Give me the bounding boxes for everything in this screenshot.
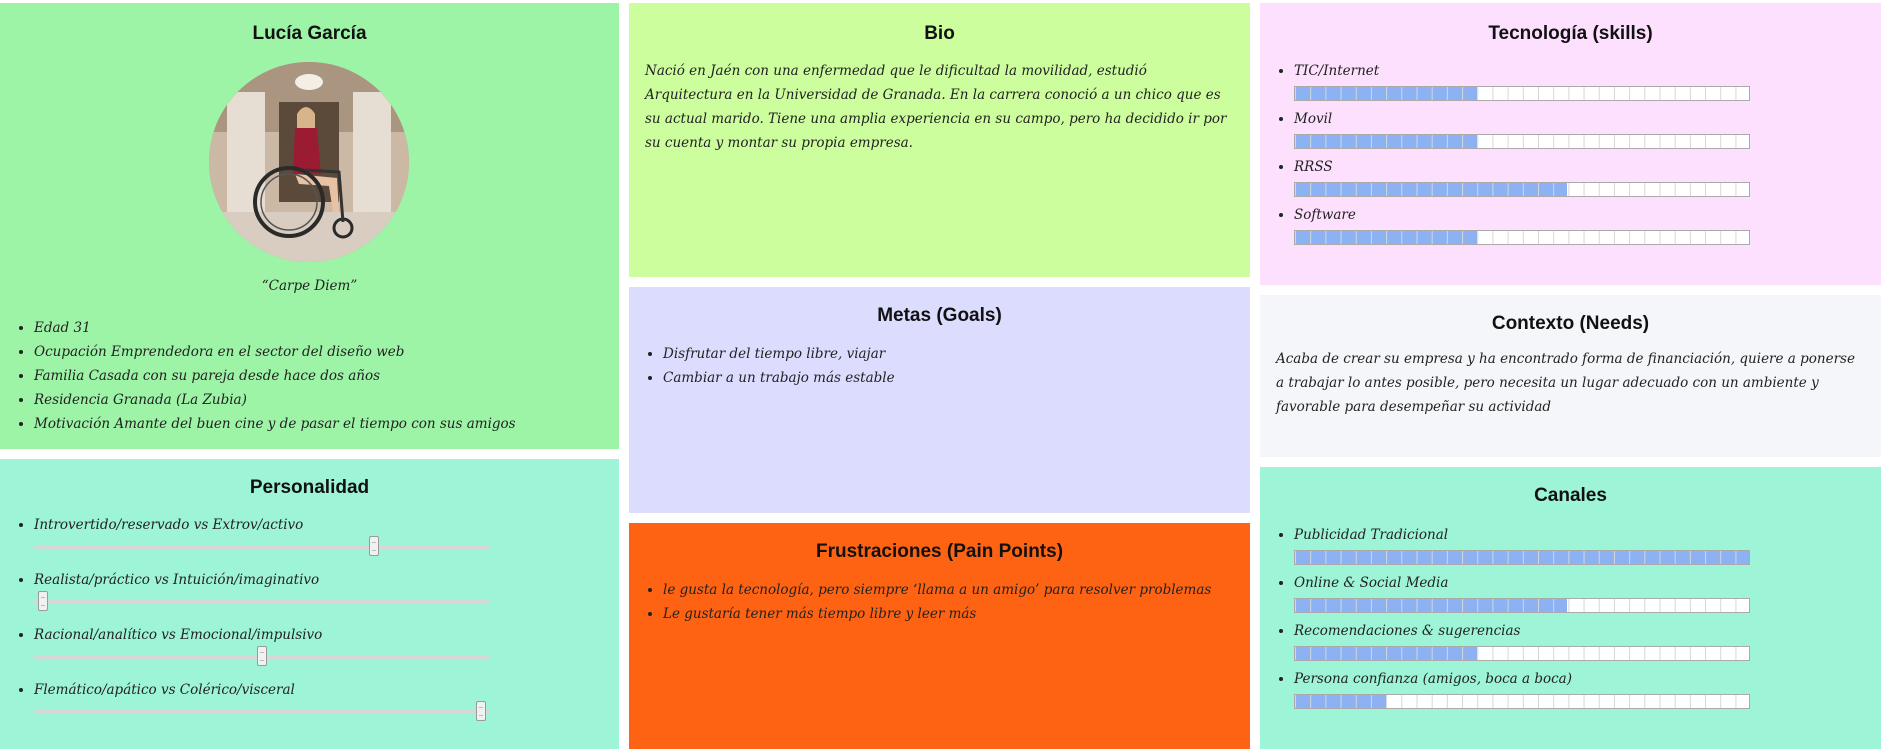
slider-track — [34, 600, 490, 604]
skill-level-bar — [1294, 134, 1750, 149]
technology-panel: Tecnología (skills) TIC/Internet Movil R… — [1260, 3, 1881, 285]
profile-detail-motivation: Motivación Amante del buen cine y de pas… — [34, 412, 516, 436]
channel-level-bar — [1294, 550, 1750, 565]
channels-list: Publicidad Tradicional Online & Social M… — [1260, 523, 1750, 715]
trait-label: Racional/analítico vs Emocional/impulsiv… — [34, 627, 323, 643]
trait-slider[interactable] — [34, 700, 490, 722]
channel-item: Publicidad Tradicional — [1294, 523, 1750, 571]
skills-list: TIC/Internet Movil RRSS Software — [1260, 59, 1750, 251]
context-title: Contexto (Needs) — [1491, 313, 1650, 334]
channel-level-bar — [1294, 646, 1750, 661]
trait-item: Introvertido/reservado vs Extrov/activo — [34, 515, 490, 570]
skill-item: TIC/Internet — [1294, 59, 1750, 107]
slider-thumb[interactable] — [38, 591, 49, 611]
frustrations-panel: Frustraciones (Pain Points) le gusta la … — [629, 523, 1250, 749]
trait-slider[interactable] — [34, 535, 490, 557]
bio-title: Bio — [924, 23, 955, 44]
context-panel: Contexto (Needs) Acaba de crear su empre… — [1260, 295, 1881, 457]
slider-thumb[interactable] — [475, 701, 486, 721]
channel-label: Persona confianza (amigos, boca a boca) — [1294, 671, 1572, 687]
goals-list: Disfrutar del tiempo libre, viajar Cambi… — [629, 342, 895, 390]
bar-grid — [1295, 135, 1749, 148]
bio-panel: Bio Nació en Jaén con una enfermedad que… — [629, 3, 1250, 277]
trait-item: Flemático/apático vs Colérico/visceral — [34, 680, 490, 735]
goals-panel: Metas (Goals) Disfrutar del tiempo libre… — [629, 287, 1250, 513]
skill-item: Movil — [1294, 107, 1750, 155]
bio-text: Nació en Jaén con una enfermedad que le … — [645, 63, 1227, 151]
profile-detail-occupation: Ocupación Emprendedora en el sector del … — [34, 340, 516, 364]
skill-label: TIC/Internet — [1294, 63, 1380, 79]
persona-name: Lucía García — [252, 23, 367, 44]
profile-panel: Lucía García “Carpe Diem” Edad 31 Ocupac… — [0, 3, 619, 449]
trait-slider[interactable] — [34, 590, 490, 612]
personality-traits-list: Introvertido/reservado vs Extrov/activo … — [0, 515, 490, 735]
context-text: Acaba de crear su empresa y ha encontrad… — [1276, 351, 1855, 415]
bar-grid — [1295, 183, 1749, 196]
profile-details-list: Edad 31 Ocupación Emprendedora en el sec… — [0, 316, 516, 436]
channels-panel: Canales Publicidad Tradicional Online & … — [1260, 467, 1881, 749]
channels-title: Canales — [1534, 485, 1607, 506]
bar-grid — [1295, 231, 1749, 244]
skill-level-bar — [1294, 182, 1750, 197]
profile-detail-residence: Residencia Granada (La Zubia) — [34, 388, 516, 412]
frustrations-title: Frustraciones (Pain Points) — [815, 541, 1064, 562]
profile-detail-age: Edad 31 — [34, 316, 516, 340]
channel-level-bar — [1294, 694, 1750, 709]
skill-label: Movil — [1294, 111, 1333, 127]
skill-level-bar — [1294, 230, 1750, 245]
channel-item: Recomendaciones & sugerencias — [1294, 619, 1750, 667]
frustrations-list: le gusta la tecnología, pero siempre ‘ll… — [629, 578, 1211, 626]
goal-item: Cambiar a un trabajo más estable — [663, 366, 895, 390]
channel-item: Persona confianza (amigos, boca a boca) — [1294, 667, 1750, 715]
bar-grid — [1295, 87, 1749, 100]
frustration-item: le gusta la tecnología, pero siempre ‘ll… — [663, 578, 1211, 602]
technology-title: Tecnología (skills) — [1488, 23, 1653, 44]
channel-label: Recomendaciones & sugerencias — [1294, 623, 1521, 639]
trait-item: Realista/práctico vs Intuición/imaginati… — [34, 570, 490, 625]
trait-label: Realista/práctico vs Intuición/imaginati… — [34, 572, 320, 588]
trait-slider[interactable] — [34, 645, 490, 667]
trait-item: Racional/analítico vs Emocional/impulsiv… — [34, 625, 490, 680]
bar-grid — [1295, 599, 1749, 612]
personality-title: Personalidad — [249, 477, 370, 498]
trait-label: Introvertido/reservado vs Extrov/activo — [34, 517, 304, 533]
bar-grid — [1295, 647, 1749, 660]
skill-label: Software — [1294, 207, 1356, 223]
channel-level-bar — [1294, 598, 1750, 613]
trait-label: Flemático/apático vs Colérico/visceral — [34, 682, 295, 698]
channel-label: Online & Social Media — [1294, 575, 1449, 591]
persona-motto: “Carpe Diem” — [261, 278, 358, 294]
slider-track — [34, 545, 490, 549]
slider-thumb[interactable] — [257, 646, 267, 666]
profile-photo-illustration — [209, 62, 409, 262]
personality-panel: Personalidad Introvertido/reservado vs E… — [0, 459, 619, 749]
bar-grid — [1295, 695, 1749, 708]
skill-level-bar — [1294, 86, 1750, 101]
slider-track — [34, 710, 490, 714]
channel-label: Publicidad Tradicional — [1294, 527, 1449, 543]
profile-detail-family: Familia Casada con su pareja desde hace … — [34, 364, 516, 388]
slider-thumb[interactable] — [368, 536, 379, 556]
skill-item: RRSS — [1294, 155, 1750, 203]
skill-label: RRSS — [1294, 159, 1333, 175]
goals-title: Metas (Goals) — [877, 305, 1002, 326]
skill-item: Software — [1294, 203, 1750, 251]
bar-grid — [1295, 551, 1749, 564]
frustration-item: Le gustaría tener más tiempo libre y lee… — [663, 602, 1211, 626]
channel-item: Online & Social Media — [1294, 571, 1750, 619]
goal-item: Disfrutar del tiempo libre, viajar — [663, 342, 895, 366]
person-in-wheelchair-photo — [209, 62, 409, 262]
